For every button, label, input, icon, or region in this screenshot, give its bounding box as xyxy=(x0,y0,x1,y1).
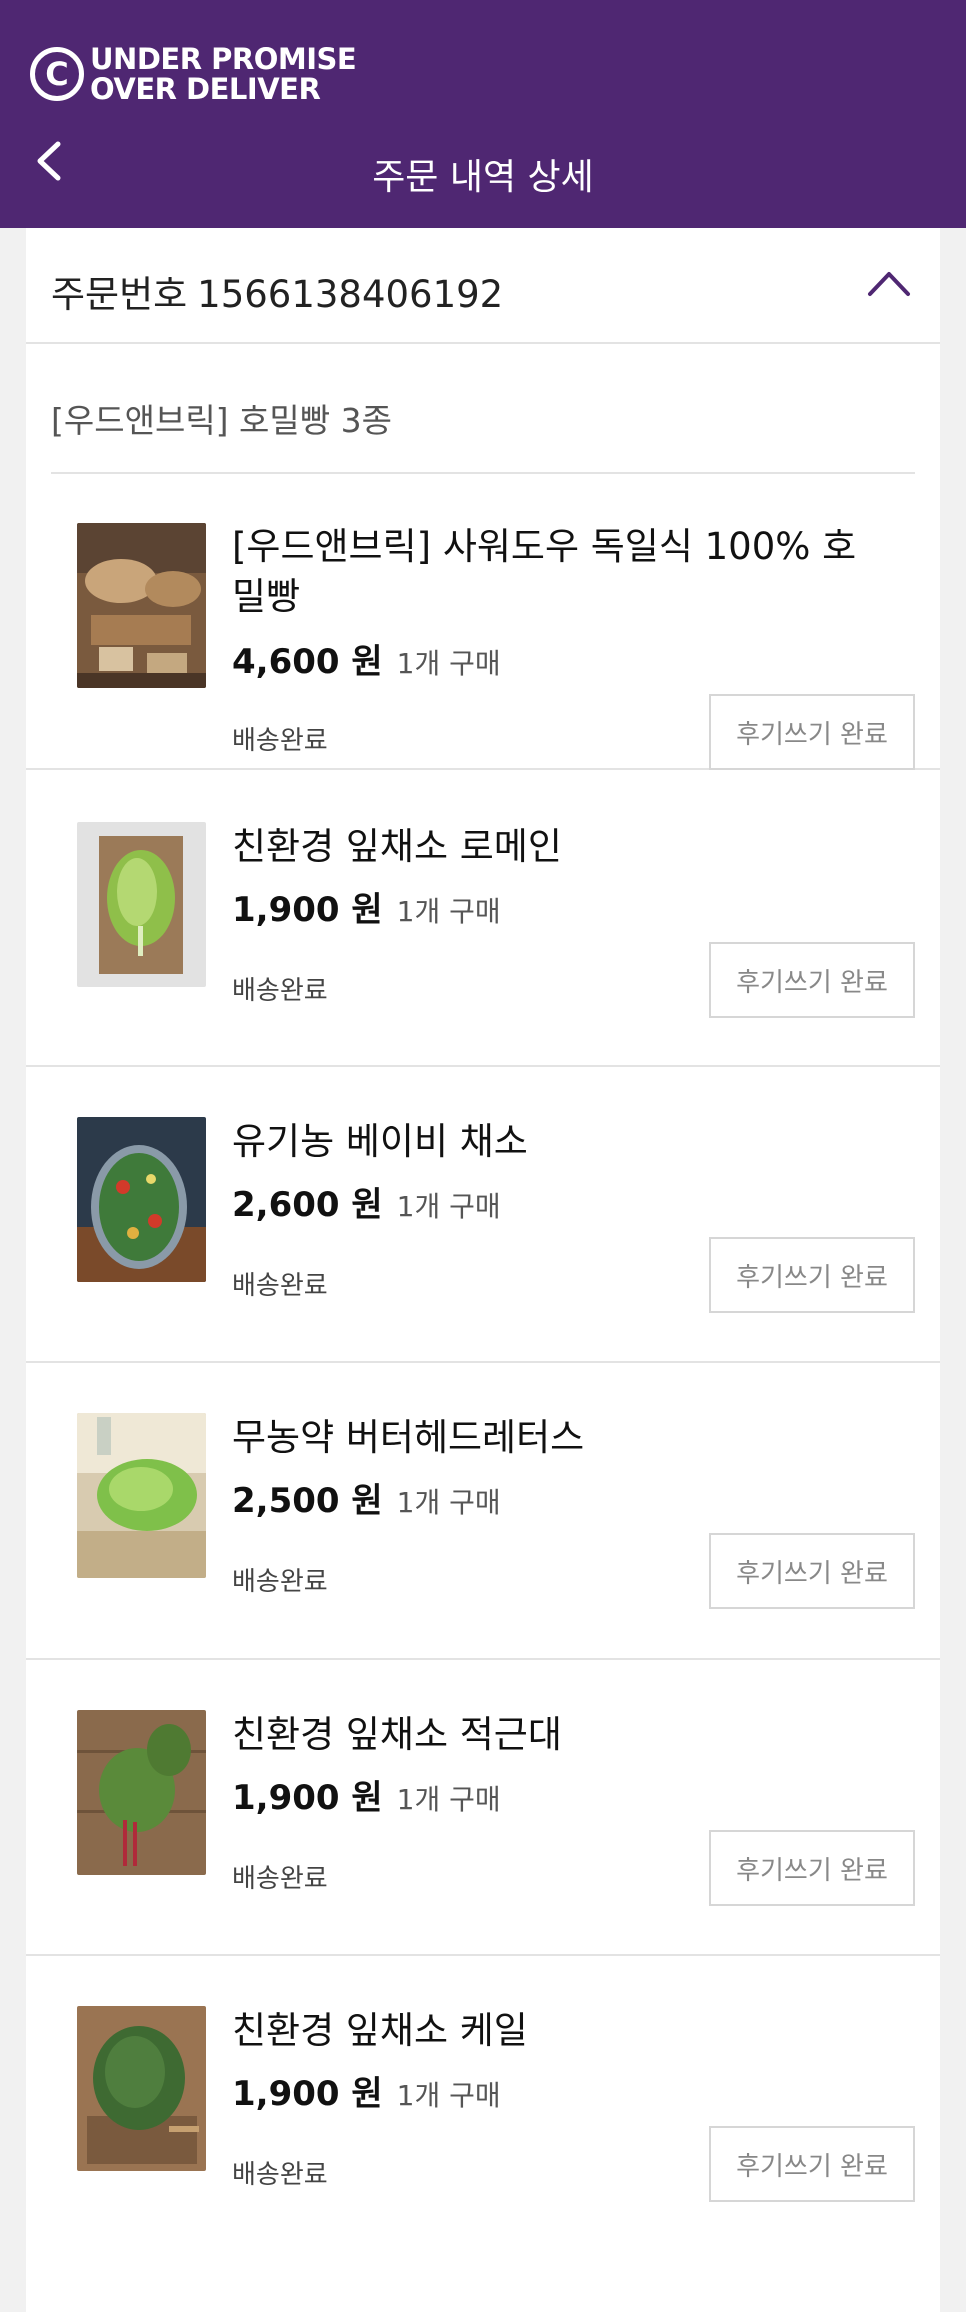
order-item: [우드앤브릭] 사워도우 독일식 100% 호밀빵 4,600 원 1개 구매 배… xyxy=(26,474,940,770)
delivery-status: 배송완료 xyxy=(232,1271,328,1301)
product-price: 1,900 원 xyxy=(232,2074,383,2114)
product-name[interactable]: 친환경 잎채소 케일 xyxy=(232,2006,882,2056)
order-detail-card: 주문번호 1566138406192 [우드앤브릭] 호밀빵 3종 [우드앤브릭]… xyxy=(26,228,940,2312)
order-item: 친환경 잎채소 로메인 1,900 원 1개 구매 배송완료 후기쓰기 완료 xyxy=(26,770,940,1067)
product-price: 4,600 원 xyxy=(232,642,383,682)
product-name[interactable]: [우드앤브릭] 사워도우 독일식 100% 호밀빵 xyxy=(232,522,882,622)
review-complete-button[interactable]: 후기쓰기 완료 xyxy=(709,942,915,1018)
brand-logo: C UNDER PROMISE OVER DELIVER xyxy=(30,42,357,106)
delivery-status: 배송완료 xyxy=(232,2160,328,2190)
delivery-status: 배송완료 xyxy=(232,1864,328,1894)
product-price: 2,500 원 xyxy=(232,1481,383,1521)
app-header: C UNDER PROMISE OVER DELIVER 주문 내역 상세 xyxy=(0,0,966,228)
copyright-logo-icon: C xyxy=(30,47,84,101)
product-name[interactable]: 친환경 잎채소 로메인 xyxy=(232,822,882,872)
price-line: 2,600 원 1개 구매 xyxy=(232,1177,501,1226)
product-image[interactable] xyxy=(77,1413,206,1578)
product-name[interactable]: 무농약 버터헤드레터스 xyxy=(232,1413,882,1463)
product-price: 2,600 원 xyxy=(232,1185,383,1225)
purchase-quantity: 1개 구매 xyxy=(396,2079,501,2112)
product-image[interactable] xyxy=(77,1710,206,1875)
purchase-quantity: 1개 구매 xyxy=(396,647,501,680)
product-image[interactable] xyxy=(77,2006,206,2171)
page-title: 주문 내역 상세 xyxy=(372,157,594,198)
delivery-status: 배송완료 xyxy=(232,1567,328,1597)
order-number-value: 1566138406192 xyxy=(197,273,504,316)
shop-title: [우드앤브릭] 호밀빵 3종 xyxy=(51,401,392,440)
product-image[interactable] xyxy=(77,1117,206,1282)
purchase-quantity: 1개 구매 xyxy=(396,1486,501,1519)
purchase-quantity: 1개 구매 xyxy=(396,895,501,928)
purchase-quantity: 1개 구매 xyxy=(396,1190,501,1223)
order-number-text: 주문번호 1566138406192 xyxy=(51,264,503,318)
order-item: 무농약 버터헤드레터스 2,500 원 1개 구매 배송완료 후기쓰기 완료 xyxy=(26,1363,940,1660)
chevron-up-icon[interactable] xyxy=(866,268,912,298)
price-line: 1,900 원 1개 구매 xyxy=(232,882,501,931)
price-line: 1,900 원 1개 구매 xyxy=(232,1770,501,1819)
review-complete-button[interactable]: 후기쓰기 완료 xyxy=(709,694,915,770)
brand-slogan-line2: OVER DELIVER xyxy=(90,72,321,106)
purchase-quantity: 1개 구매 xyxy=(396,1783,501,1816)
review-complete-button[interactable]: 후기쓰기 완료 xyxy=(709,1237,915,1313)
brand-slogan: UNDER PROMISE OVER DELIVER xyxy=(90,42,357,106)
order-item: 유기농 베이비 채소 2,600 원 1개 구매 배송완료 후기쓰기 완료 xyxy=(26,1067,940,1363)
review-complete-button[interactable]: 후기쓰기 완료 xyxy=(709,2126,915,2202)
product-image[interactable] xyxy=(77,523,206,688)
order-number-row[interactable]: 주문번호 1566138406192 xyxy=(26,228,940,344)
brand-slogan-line1: UNDER PROMISE xyxy=(90,42,357,76)
price-line: 2,500 원 1개 구매 xyxy=(232,1473,501,1522)
product-image[interactable] xyxy=(77,822,206,987)
order-item: 친환경 잎채소 적근대 1,900 원 1개 구매 배송완료 후기쓰기 완료 xyxy=(26,1660,940,1956)
price-line: 4,600 원 1개 구매 xyxy=(232,634,501,683)
order-number-label: 주문번호 xyxy=(51,273,188,316)
review-complete-button[interactable]: 후기쓰기 완료 xyxy=(709,1830,915,1906)
order-item: 친환경 잎채소 케일 1,900 원 1개 구매 배송완료 후기쓰기 완료 xyxy=(26,1956,940,2252)
product-price: 1,900 원 xyxy=(232,1778,383,1818)
price-line: 1,900 원 1개 구매 xyxy=(232,2066,501,2115)
product-name[interactable]: 유기농 베이비 채소 xyxy=(232,1117,882,1167)
product-price: 1,900 원 xyxy=(232,890,383,930)
product-name[interactable]: 친환경 잎채소 적근대 xyxy=(232,1710,882,1760)
delivery-status: 배송완료 xyxy=(232,726,328,756)
delivery-status: 배송완료 xyxy=(232,976,328,1006)
review-complete-button[interactable]: 후기쓰기 완료 xyxy=(709,1533,915,1609)
